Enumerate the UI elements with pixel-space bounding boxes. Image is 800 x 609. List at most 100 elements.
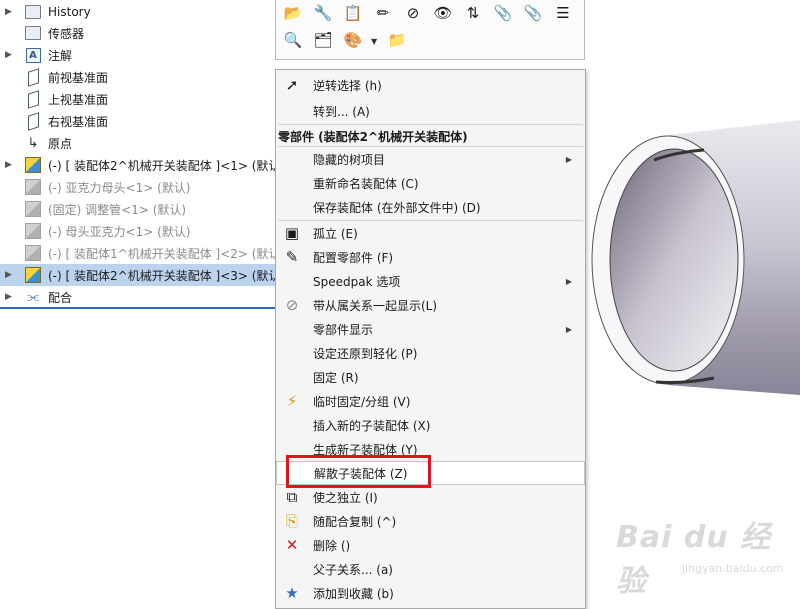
menu-item-show-with-dependents[interactable]: ⊘ 带从属关系一起显示(L) — [276, 293, 585, 317]
part-icon — [25, 201, 41, 217]
menu-item-insert-subassembly[interactable]: 插入新的子装配体 (X) — [276, 413, 585, 437]
annotation-highlight-box — [286, 455, 431, 488]
sort-icon[interactable]: ⇅ — [462, 2, 484, 24]
origin-icon: ↳ — [27, 135, 39, 151]
menu-item-save-assembly[interactable]: 保存装配体 (在外部文件中) (D) — [276, 195, 585, 219]
menu-item-component-display[interactable]: 零部件显示 ▶ — [276, 317, 585, 341]
menu-item-make-independent[interactable]: ⧉ 使之独立 (I) — [276, 485, 585, 509]
menu-item-parent-child[interactable]: 父子关系... (a) — [276, 557, 585, 581]
tree-item-label: (-) 母头亚克力<1> (默认) — [48, 224, 191, 239]
assembly-icon — [25, 245, 41, 261]
menu-item-speedpak-options[interactable]: Speedpak 选项 ▶ — [276, 269, 585, 293]
tree-item-label: History — [48, 5, 91, 19]
tree-item-label: 上视基准面 — [48, 92, 109, 107]
tree-item-label: (-) [ 装配体2^机械开关装配体 ]<1> (默认 — [48, 158, 276, 173]
tree-item-part-2[interactable]: (固定) 调整管<1> (默认) — [0, 198, 276, 220]
pipe-model — [591, 120, 800, 395]
history-folder-icon — [25, 4, 41, 20]
expand-arrow-icon[interactable]: ▶ — [5, 160, 13, 170]
tool-e-icon[interactable]: ⊘ — [402, 2, 424, 24]
tree-item-origin[interactable]: ↳ 原点 — [0, 132, 276, 154]
tool-b-icon[interactable]: 🔧 — [312, 2, 334, 24]
tree-item-front-plane[interactable]: 前视基准面 — [0, 66, 276, 88]
submenu-arrow-icon: ▶ — [565, 276, 572, 286]
menu-item-delete[interactable]: ✕ 删除 () — [276, 533, 585, 557]
tool-a-icon[interactable]: 📂 — [282, 2, 304, 24]
tree-item-label: (-) [ 装配体2^机械开关装配体 ]<3> (默认 — [48, 268, 276, 283]
menu-item-copy-with-mates[interactable]: ⎘ 随配合复制 (^) — [276, 509, 585, 533]
expand-arrow-icon[interactable]: ▶ — [5, 50, 13, 60]
plane-icon — [25, 67, 41, 87]
menu-item-rename-assembly[interactable]: 重新命名装配体 (C) — [276, 171, 585, 195]
tool-d-icon[interactable]: ✏ — [372, 2, 394, 24]
expand-arrow-icon[interactable]: ▶ — [5, 292, 13, 302]
tree-item-label: 配合 — [48, 290, 73, 305]
tree-item-sensors[interactable]: 传感器 — [0, 22, 276, 44]
paperclip-icon[interactable]: 📎 — [492, 2, 514, 24]
tree-item-right-plane[interactable]: 右视基准面 — [0, 110, 276, 132]
feature-manager-tree: ▶ History 传感器 ▶ A 注解 前视基准面 上视基准面 右视基准面 ↳… — [0, 0, 276, 600]
delete-icon: ✕ — [285, 536, 299, 554]
watermark: Bai du 经验 jingyan.baidu.com — [612, 512, 792, 599]
part-icon — [25, 223, 41, 239]
tree-item-label: 前视基准面 — [48, 70, 109, 85]
tree-item-label: 传感器 — [48, 26, 85, 41]
menu-item-configure-component[interactable]: ✎ 配置零部件 (F) — [276, 245, 585, 269]
menu-item-temp-fix-group[interactable]: ⚡ 临时固定/分组 (V) — [276, 389, 585, 413]
tool-f-icon[interactable]: 🗂 — [312, 29, 334, 51]
show-icon: ⊘ — [285, 296, 299, 314]
tree-item-subassembly-1[interactable]: ▶ (-) [ 装配体2^机械开关装配体 ]<1> (默认 — [0, 154, 276, 176]
menu-separator — [278, 124, 583, 125]
annotation-icon: A — [25, 47, 41, 63]
tree-item-label: 右视基准面 — [48, 114, 109, 129]
favorite-icon: ★ — [285, 584, 299, 602]
tree-divider — [0, 307, 276, 309]
tree-item-top-plane[interactable]: 上视基准面 — [0, 88, 276, 110]
expand-arrow-icon[interactable]: ▶ — [5, 270, 13, 280]
tree-item-mates[interactable]: ▶ ⫘ 配合 — [0, 286, 276, 308]
list-icon[interactable]: ☰ — [552, 2, 574, 24]
tree-item-history[interactable]: ▶ History — [0, 1, 276, 23]
part-icon — [25, 179, 41, 195]
tree-item-annotations[interactable]: ▶ A 注解 — [0, 44, 276, 66]
menu-item-isolate[interactable]: ▣ 孤立 (E) — [276, 221, 585, 245]
menu-item-hidden-tree-items[interactable]: 隐藏的树项目 ▶ — [276, 147, 585, 171]
chevron-down-icon[interactable]: ▼ — [371, 37, 377, 46]
watermark-url: jingyan.baidu.com — [682, 562, 784, 575]
copy-mates-icon: ⎘ — [285, 512, 298, 530]
isolate-icon: ▣ — [284, 224, 300, 242]
submenu-arrow-icon: ▶ — [565, 154, 572, 164]
plane-icon — [25, 89, 41, 109]
menu-item-goto[interactable]: 转到... (A) — [276, 99, 585, 123]
graphics-viewport[interactable] — [576, 0, 800, 600]
temp-fix-icon: ⚡ — [286, 392, 298, 410]
menu-item-add-to-favorites[interactable]: ★ 添加到收藏 (b) — [276, 581, 585, 605]
tree-item-part-3[interactable]: (-) 母头亚克力<1> (默认) — [0, 220, 276, 242]
tool-c-icon[interactable]: 📋 — [342, 2, 364, 24]
menu-item-set-lightweight[interactable]: 设定还原到轻化 (P) — [276, 341, 585, 365]
tree-item-label: 注解 — [48, 48, 73, 63]
context-toolbar: 📂 🔧 📋 ✏ ⊘ 👁 ⇅ 📎 📎 ☰ 🔍 🗂 🎨 ▼ 📁 — [275, 0, 585, 60]
assembly-icon — [25, 157, 41, 173]
submenu-arrow-icon: ▶ — [565, 324, 572, 334]
tree-item-subassembly-2[interactable]: (-) [ 装配体1^机械开关装配体 ]<2> (默认 — [0, 242, 276, 264]
zoom-icon[interactable]: 🔍 — [282, 29, 304, 51]
tree-item-label: 原点 — [48, 136, 73, 151]
mates-icon: ⫘ — [26, 289, 40, 305]
sensor-folder-icon — [25, 25, 41, 41]
eye-icon[interactable]: 👁 — [432, 2, 454, 24]
tree-item-label: (-) [ 装配体1^机械开关装配体 ]<2> (默认 — [48, 246, 276, 261]
tree-item-label: (固定) 调整管<1> (默认) — [48, 202, 187, 217]
tree-item-part-1[interactable]: (-) 亚克力母头<1> (默认) — [0, 176, 276, 198]
menu-item-fix[interactable]: 固定 (R) — [276, 365, 585, 389]
expand-arrow-icon[interactable]: ▶ — [5, 7, 13, 17]
menu-item-invert-selection[interactable]: ➚ 逆转选择 (h) — [276, 73, 585, 97]
tree-item-label: (-) 亚克力母头<1> (默认) — [48, 180, 191, 195]
appearance-icon[interactable]: 🎨 — [342, 29, 364, 51]
paperclip2-icon[interactable]: 📎 — [522, 2, 544, 24]
tool-g-icon[interactable]: 📁 — [386, 29, 408, 51]
assembly-icon — [25, 267, 41, 283]
tree-item-subassembly-3-selected[interactable]: ▶ (-) [ 装配体2^机械开关装配体 ]<3> (默认 — [0, 264, 276, 286]
context-menu: ➚ 逆转选择 (h) 转到... (A) 零部件 (装配体2^机械开关装配体) … — [275, 69, 586, 609]
configure-icon: ✎ — [285, 248, 299, 266]
